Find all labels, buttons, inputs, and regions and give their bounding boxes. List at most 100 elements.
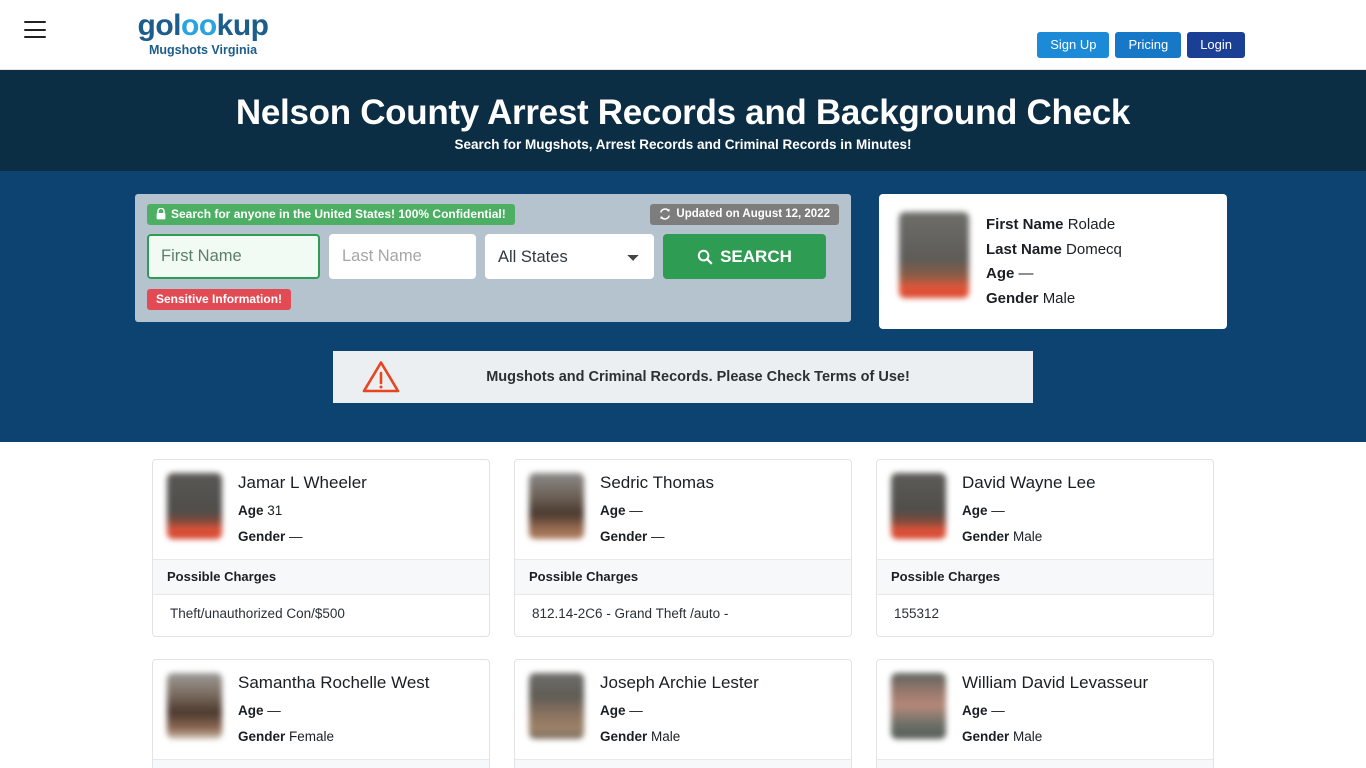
header-actions: Sign Up Pricing Login [1037, 32, 1245, 58]
search-button[interactable]: SEARCH [663, 234, 826, 279]
preview-person-details: First Name Rolade Last Name Domecq Age —… [986, 212, 1122, 311]
result-gender-label: Gender [238, 729, 286, 744]
result-card-details: William David Levasseur Age — Gender Mal… [962, 673, 1148, 745]
result-age-value: — [629, 503, 643, 518]
result-age-value: — [267, 703, 281, 718]
result-age-label: Age [238, 703, 264, 718]
result-age-label: Age [238, 503, 264, 518]
logo-part-3: kup [216, 9, 269, 42]
result-card-details: Sedric Thomas Age — Gender — [600, 473, 714, 545]
result-age-value: — [991, 703, 1005, 718]
login-button[interactable]: Login [1187, 32, 1245, 58]
result-name: Samantha Rochelle West [238, 673, 430, 692]
first-name-input[interactable] [147, 234, 320, 279]
result-gender-row: Gender — [600, 528, 714, 545]
logo-wordmark: golookup [137, 10, 269, 42]
charges-header: Possible Charges [515, 759, 851, 768]
result-gender-label: Gender [962, 729, 1010, 744]
result-card-header: William David Levasseur Age — Gender Mal… [877, 660, 1213, 759]
result-age-label: Age [600, 703, 626, 718]
result-card[interactable]: Samantha Rochelle West Age — Gender Fema… [152, 659, 490, 768]
result-age-value: 31 [267, 503, 283, 518]
state-select[interactable]: All States [485, 234, 654, 279]
search-form: All States SEARCH [147, 234, 839, 279]
charge-text: 155312 [894, 606, 940, 621]
result-gender-row: Gender — [238, 528, 367, 545]
sensitive-info-badge: Sensitive Information! [147, 289, 292, 310]
result-name: Joseph Archie Lester [600, 673, 759, 692]
charges-header: Possible Charges [877, 759, 1213, 768]
search-panel: Search for anyone in the United States! … [135, 194, 851, 322]
lock-icon [156, 208, 166, 220]
preview-first-name-label: First Name [986, 216, 1064, 233]
search-section-inner: Search for anyone in the United States! … [135, 194, 1231, 329]
result-gender-row: Gender Male [600, 728, 759, 745]
terms-warning-bar: Mugshots and Criminal Records. Please Ch… [333, 351, 1033, 403]
result-card-header: Jamar L Wheeler Age 31 Gender — [153, 460, 489, 559]
search-button-label: SEARCH [720, 246, 792, 266]
logo-subtitle: Mugshots Virginia [148, 43, 258, 57]
result-gender-value: — [289, 529, 303, 544]
search-section: Search for anyone in the United States! … [0, 171, 1366, 442]
result-card-details: Jamar L Wheeler Age 31 Gender — [238, 473, 367, 545]
logo-part-2: oo [181, 9, 217, 42]
site-header: golookup Mugshots Virginia Sign Up Prici… [0, 0, 1366, 70]
signup-button[interactable]: Sign Up [1037, 32, 1110, 58]
result-card[interactable]: Sedric Thomas Age — Gender — Possible Ch… [514, 459, 852, 637]
hamburger-bar [24, 36, 46, 38]
result-card-header: Samantha Rochelle West Age — Gender Fema… [153, 660, 489, 759]
preview-gender-value: Male [1042, 289, 1076, 307]
site-logo[interactable]: golookup Mugshots Virginia [137, 10, 269, 58]
page-subtitle: Search for Mugshots, Arrest Records and … [454, 137, 912, 152]
result-gender-row: Gender Male [962, 528, 1096, 545]
pricing-button[interactable]: Pricing [1115, 32, 1182, 58]
updated-badge: Updated on August 12, 2022 [650, 204, 839, 225]
results-section: Jamar L Wheeler Age 31 Gender — Possible… [0, 442, 1366, 768]
result-card-details: Joseph Archie Lester Age — Gender Male [600, 673, 759, 745]
hamburger-bar [24, 21, 46, 23]
result-age-row: Age — [962, 502, 1096, 519]
warning-wrapper: Mugshots and Criminal Records. Please Ch… [135, 351, 1231, 403]
result-gender-row: Gender Male [962, 728, 1148, 745]
preview-gender-label: Gender [986, 289, 1039, 307]
result-gender-value: Male [651, 729, 681, 744]
result-age-row: Age 31 [238, 502, 367, 519]
result-gender-value: Female [289, 729, 335, 744]
result-name: David Wayne Lee [962, 473, 1096, 492]
result-card[interactable]: William David Levasseur Age — Gender Mal… [876, 659, 1214, 768]
confidential-badge: Search for anyone in the United States! … [147, 204, 515, 225]
preview-age-label: Age [986, 265, 1015, 282]
preview-age-row: Age — [986, 262, 1122, 287]
search-icon [697, 249, 713, 265]
last-name-input[interactable] [329, 234, 476, 279]
result-age-label: Age [600, 503, 626, 518]
result-photo [529, 673, 584, 739]
refresh-icon [660, 208, 671, 220]
charges-header: Possible Charges [877, 559, 1213, 595]
result-gender-label: Gender [962, 529, 1010, 544]
result-card-header: Sedric Thomas Age — Gender — [515, 460, 851, 559]
preview-first-name-row: First Name Rolade [986, 213, 1122, 238]
charges-header: Possible Charges [515, 559, 851, 595]
result-gender-label: Gender [600, 529, 648, 544]
results-grid: Jamar L Wheeler Age 31 Gender — Possible… [152, 459, 1214, 768]
preview-gender-row: Gender Male [986, 287, 1122, 312]
result-photo [167, 673, 222, 739]
result-card[interactable]: Joseph Archie Lester Age — Gender Male P… [514, 659, 852, 768]
result-card[interactable]: Jamar L Wheeler Age 31 Gender — Possible… [152, 459, 490, 637]
result-age-value: — [991, 503, 1005, 518]
result-name: William David Levasseur [962, 673, 1149, 692]
result-photo [891, 473, 946, 539]
result-gender-value: Male [1013, 529, 1043, 544]
charges-header: Possible Charges [153, 559, 489, 595]
result-card[interactable]: David Wayne Lee Age — Gender Male Possib… [876, 459, 1214, 637]
result-gender-row: Gender Female [238, 728, 430, 745]
hamburger-icon[interactable] [24, 21, 46, 38]
preview-last-name-value: Domecq [1066, 240, 1122, 258]
hamburger-bar [24, 28, 46, 31]
result-photo [529, 473, 584, 539]
preview-person-card[interactable]: First Name Rolade Last Name Domecq Age —… [879, 194, 1227, 329]
result-age-label: Age [962, 503, 988, 518]
result-age-row: Age — [238, 702, 430, 719]
hero-title-band: Nelson County Arrest Records and Backgro… [0, 70, 1366, 171]
